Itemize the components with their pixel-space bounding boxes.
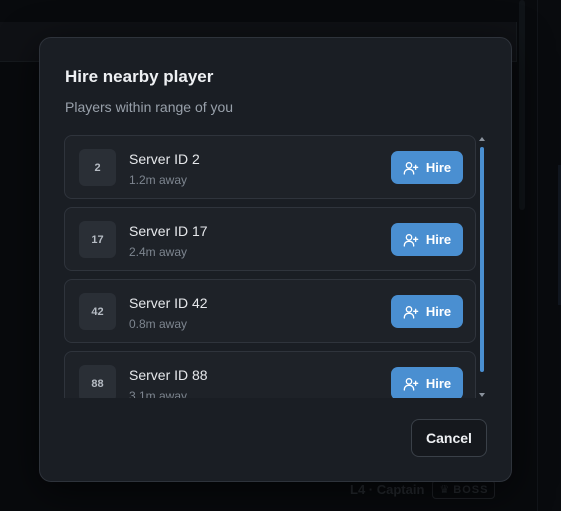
player-id-badge: 88 bbox=[79, 365, 116, 398]
scroll-down-arrow-icon[interactable] bbox=[479, 393, 485, 397]
hire-button-label: Hire bbox=[425, 304, 452, 319]
scroll-up-arrow-icon[interactable] bbox=[479, 137, 485, 141]
player-id-badge: 42 bbox=[79, 293, 116, 330]
player-distance: 0.8m away bbox=[129, 317, 188, 331]
player-name: Server ID 42 bbox=[129, 295, 208, 311]
cancel-button[interactable]: Cancel bbox=[411, 419, 487, 457]
player-name: Server ID 17 bbox=[129, 223, 208, 239]
hire-button[interactable]: Hire bbox=[391, 367, 463, 398]
hire-button[interactable]: Hire bbox=[391, 223, 463, 256]
player-row: 88 Server ID 88 3.1m away Hire bbox=[64, 351, 476, 398]
user-plus-icon bbox=[403, 377, 419, 391]
player-distance: 2.4m away bbox=[129, 245, 188, 259]
user-plus-icon bbox=[403, 233, 419, 247]
player-distance: 1.2m away bbox=[129, 173, 188, 187]
scroll-thumb[interactable] bbox=[480, 147, 484, 372]
hire-button-label: Hire bbox=[425, 376, 452, 391]
dialog-subtitle: Players within range of you bbox=[65, 99, 234, 115]
player-id-badge: 2 bbox=[79, 149, 116, 186]
player-name: Server ID 88 bbox=[129, 367, 208, 383]
user-plus-icon bbox=[403, 305, 419, 319]
user-plus-icon bbox=[403, 161, 419, 175]
player-name: Server ID 2 bbox=[129, 151, 200, 167]
hire-button[interactable]: Hire bbox=[391, 295, 463, 328]
dialog-title: Hire nearby player bbox=[65, 67, 214, 86]
player-distance: 3.1m away bbox=[129, 389, 188, 398]
player-row: 17 Server ID 17 2.4m away Hire bbox=[64, 207, 476, 271]
player-list[interactable]: 2 Server ID 2 1.2m away Hire 17 Server I… bbox=[64, 135, 477, 398]
hire-player-dialog: Hire nearby player Players within range … bbox=[39, 37, 512, 482]
hire-button[interactable]: Hire bbox=[391, 151, 463, 184]
player-row: 42 Server ID 42 0.8m away Hire bbox=[64, 279, 476, 343]
player-id-badge: 17 bbox=[79, 221, 116, 258]
hire-button-label: Hire bbox=[425, 232, 452, 247]
list-scrollbar[interactable] bbox=[479, 137, 485, 397]
hire-button-label: Hire bbox=[425, 160, 452, 175]
player-row: 2 Server ID 2 1.2m away Hire bbox=[64, 135, 476, 199]
